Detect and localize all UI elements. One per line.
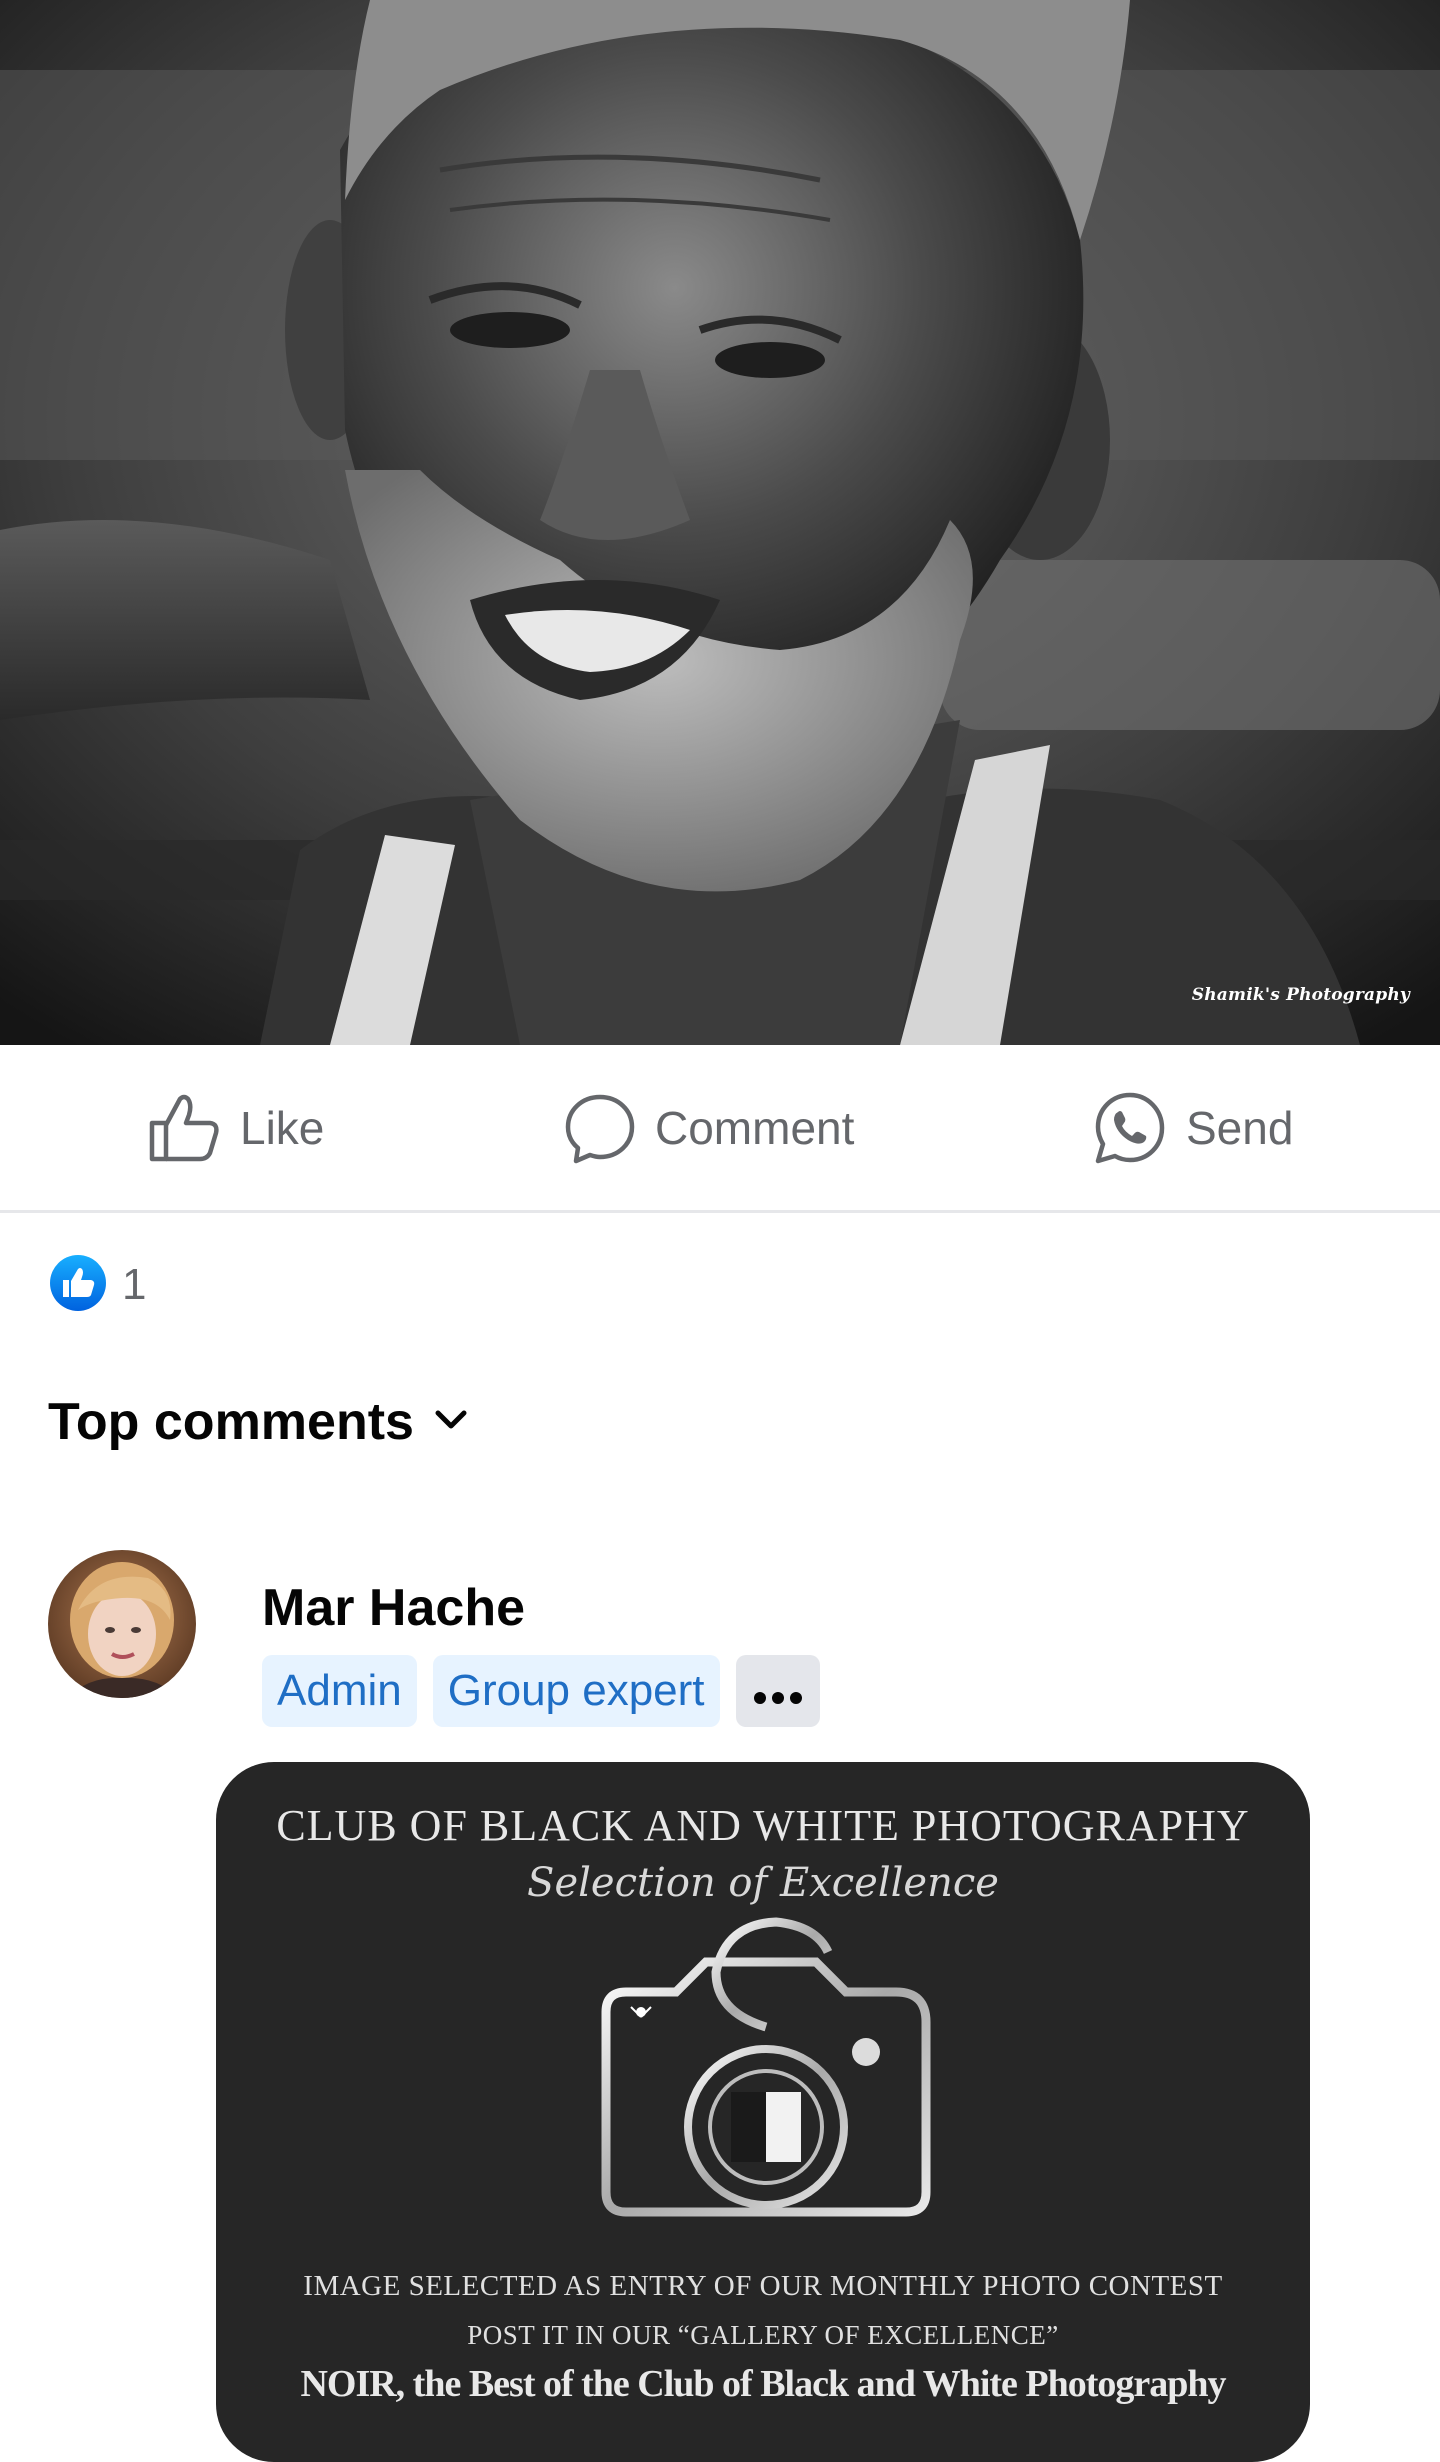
comment-sort-dropdown[interactable]: Top comments <box>48 1392 468 1452</box>
avatar[interactable] <box>48 1550 196 1698</box>
like-button[interactable]: Like <box>148 1088 324 1168</box>
reaction-count: 1 <box>122 1260 147 1309</box>
award-subtitle: Selection of Excellence <box>527 1860 999 1906</box>
photo-watermark: Shamik's Photography <box>1191 985 1410 1005</box>
whatsapp-icon <box>1092 1090 1168 1166</box>
badge-admin[interactable]: Admin <box>262 1655 417 1727</box>
like-label: Like <box>240 1102 325 1154</box>
thumbs-up-icon <box>148 1093 222 1163</box>
comment-button[interactable]: Comment <box>563 1088 854 1168</box>
more-icon <box>752 1666 804 1716</box>
reaction-summary[interactable]: 1 <box>48 1253 147 1318</box>
post-view: Shamik's Photography Like Comment Send 1… <box>0 0 1440 2462</box>
like-reaction-icon <box>48 1253 108 1318</box>
comment-sort-label: Top comments <box>48 1393 414 1451</box>
speech-bubble-icon <box>563 1091 637 1165</box>
badge-group-expert[interactable]: Group expert <box>432 1655 720 1727</box>
post-photo[interactable]: Shamik's Photography <box>0 0 1440 1045</box>
award-line-3: NOIR, the Best of the Club of Black and … <box>300 2363 1226 2405</box>
comment-label: Comment <box>655 1102 855 1154</box>
post-action-bar: Like Comment Send <box>0 1048 1440 1213</box>
portrait-image <box>0 0 1440 1045</box>
award-line-1: IMAGE SELECTED AS ENTRY OF OUR MONTHLY P… <box>303 2270 1223 2302</box>
send-label: Send <box>1186 1102 1294 1154</box>
award-title: CLUB OF BLACK AND WHITE PHOTOGRAPHY <box>276 1801 1250 1850</box>
camera-logo <box>566 1912 966 2257</box>
award-line-2: POST IT IN OUR “GALLERY OF EXCELLENCE” <box>467 2320 1059 2350</box>
comment-author[interactable]: Mar Hache <box>262 1578 525 1638</box>
send-button[interactable]: Send <box>1092 1088 1293 1168</box>
more-options-button[interactable] <box>735 1655 820 1727</box>
chevron-down-icon <box>414 1409 468 1436</box>
comment-image-attachment[interactable]: CLUB OF BLACK AND WHITE PHOTOGRAPHY Sele… <box>216 1762 1310 2462</box>
author-badges: Admin Group expert <box>262 1655 820 1727</box>
